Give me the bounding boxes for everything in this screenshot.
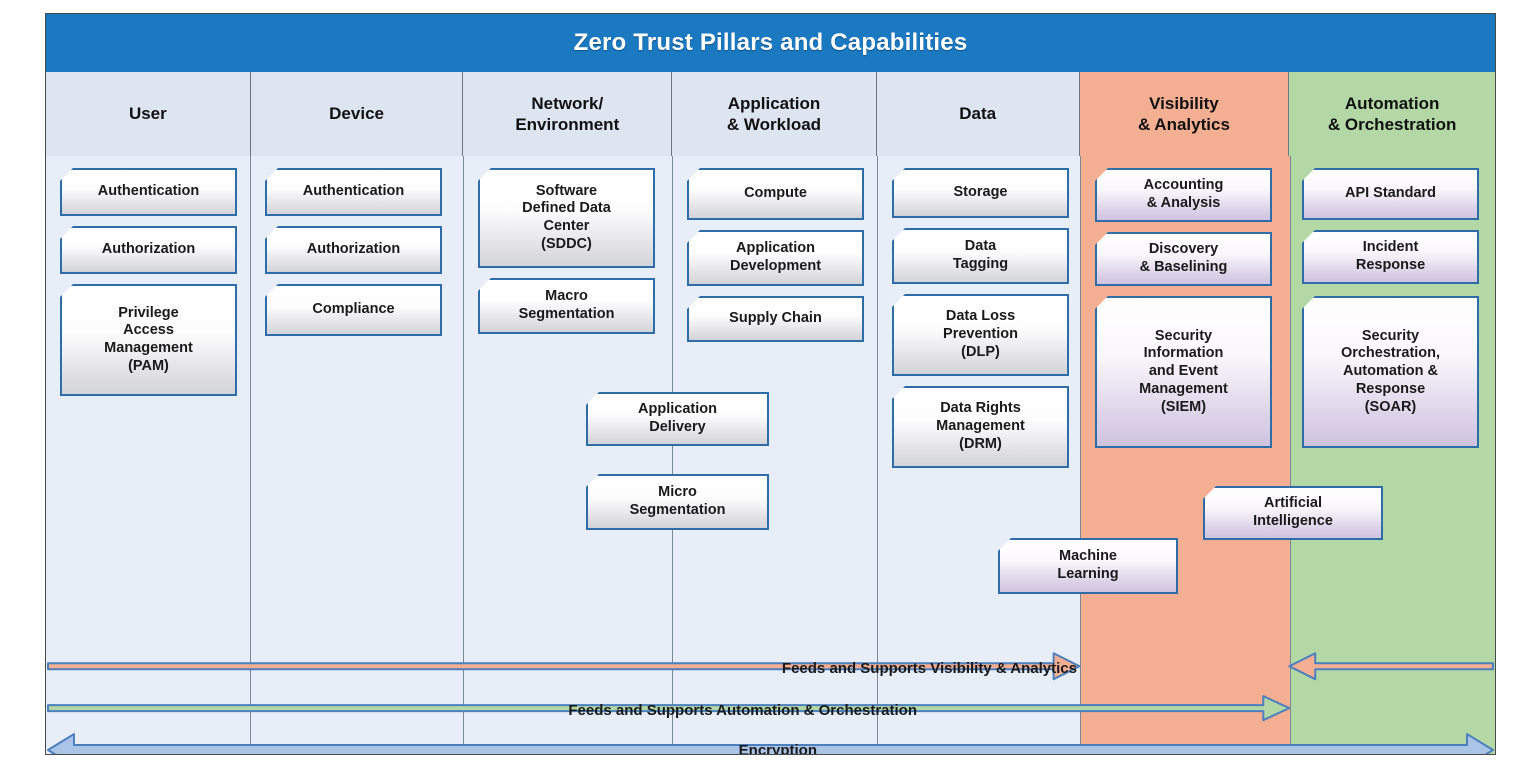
diagram-canvas: Zero Trust Pillars and Capabilities User…	[0, 0, 1536, 768]
capability-box-user-1[interactable]: Authorization	[60, 226, 237, 274]
capability-box-device-0[interactable]: Authentication	[265, 168, 442, 216]
arrow-label-feeds-visibility: Feeds and Supports Visibility & Analytic…	[781, 660, 1077, 677]
capability-box-application-workload-1[interactable]: Application Development	[687, 230, 864, 286]
pillar-header-network-environment: Network/Environment	[463, 72, 673, 156]
arrow-label-encryption: Encryption	[738, 742, 817, 755]
capability-box-automation-orchestration-2[interactable]: Security Orchestration, Automation & Respon…	[1302, 296, 1479, 448]
pillar-header-automation-orchestration: Automation & Orchestration	[1289, 72, 1495, 156]
capability-box-network-environment-1[interactable]: Macro Segmentation	[478, 278, 655, 334]
capability-box-micro-segmentation[interactable]: Micro Segmentation	[586, 474, 769, 530]
capability-box-visibility-analytics-2[interactable]: Security Information and Event Management (S…	[1095, 296, 1272, 448]
pillar-header-application-workload: Application & Workload	[672, 72, 877, 156]
capability-box-application-workload-2[interactable]: Supply Chain	[687, 296, 864, 342]
capability-box-machine-learning[interactable]: Machine Learning	[998, 538, 1178, 594]
capability-box-application-delivery[interactable]: Application Delivery	[586, 392, 769, 446]
pillar-header-user: User	[46, 72, 251, 156]
capability-box-application-workload-0[interactable]: Compute	[687, 168, 864, 220]
capability-box-visibility-analytics-1[interactable]: Discovery & Baselining	[1095, 232, 1272, 286]
pillar-body: Authentication Authorization Privilege Acce…	[46, 156, 1495, 754]
capability-box-network-environment-0[interactable]: Software Defined Data Center (SDDC)	[478, 168, 655, 268]
capability-box-data-3[interactable]: Data Rights Management (DRM)	[892, 386, 1069, 468]
capability-box-data-1[interactable]: Data Tagging	[892, 228, 1069, 284]
pillar-header-data: Data	[876, 72, 1080, 156]
diagram-title-bar: Zero Trust Pillars and Capabilities	[46, 14, 1495, 74]
capability-box-artificial-intelligence[interactable]: Artificial Intelligence	[1203, 486, 1383, 540]
capability-box-user-2[interactable]: Privilege Access Management (PAM)	[60, 284, 237, 396]
diagram-frame: Zero Trust Pillars and Capabilities User…	[45, 13, 1496, 755]
arrow-label-feeds-automation: Feeds and Supports Automation & Orchestr…	[568, 702, 917, 719]
capability-box-data-0[interactable]: Storage	[892, 168, 1069, 218]
page-title: Zero Trust Pillars and Capabilities	[573, 29, 968, 56]
capability-box-automation-orchestration-0[interactable]: API Standard	[1302, 168, 1479, 220]
capability-box-device-2[interactable]: Compliance	[265, 284, 442, 336]
pillar-header-row: User Device Network/Environment Application…	[46, 72, 1495, 157]
capability-box-device-1[interactable]: Authorization	[265, 226, 442, 274]
pillar-header-device: Device	[250, 72, 464, 156]
capability-box-data-2[interactable]: Data Loss Prevention (DLP)	[892, 294, 1069, 376]
capability-box-visibility-analytics-0[interactable]: Accounting & Analysis	[1095, 168, 1272, 222]
capability-box-user-0[interactable]: Authentication	[60, 168, 237, 216]
pillar-header-visibility-analytics: Visibility & Analytics	[1079, 72, 1290, 156]
capability-box-automation-orchestration-1[interactable]: Incident Response	[1302, 230, 1479, 284]
